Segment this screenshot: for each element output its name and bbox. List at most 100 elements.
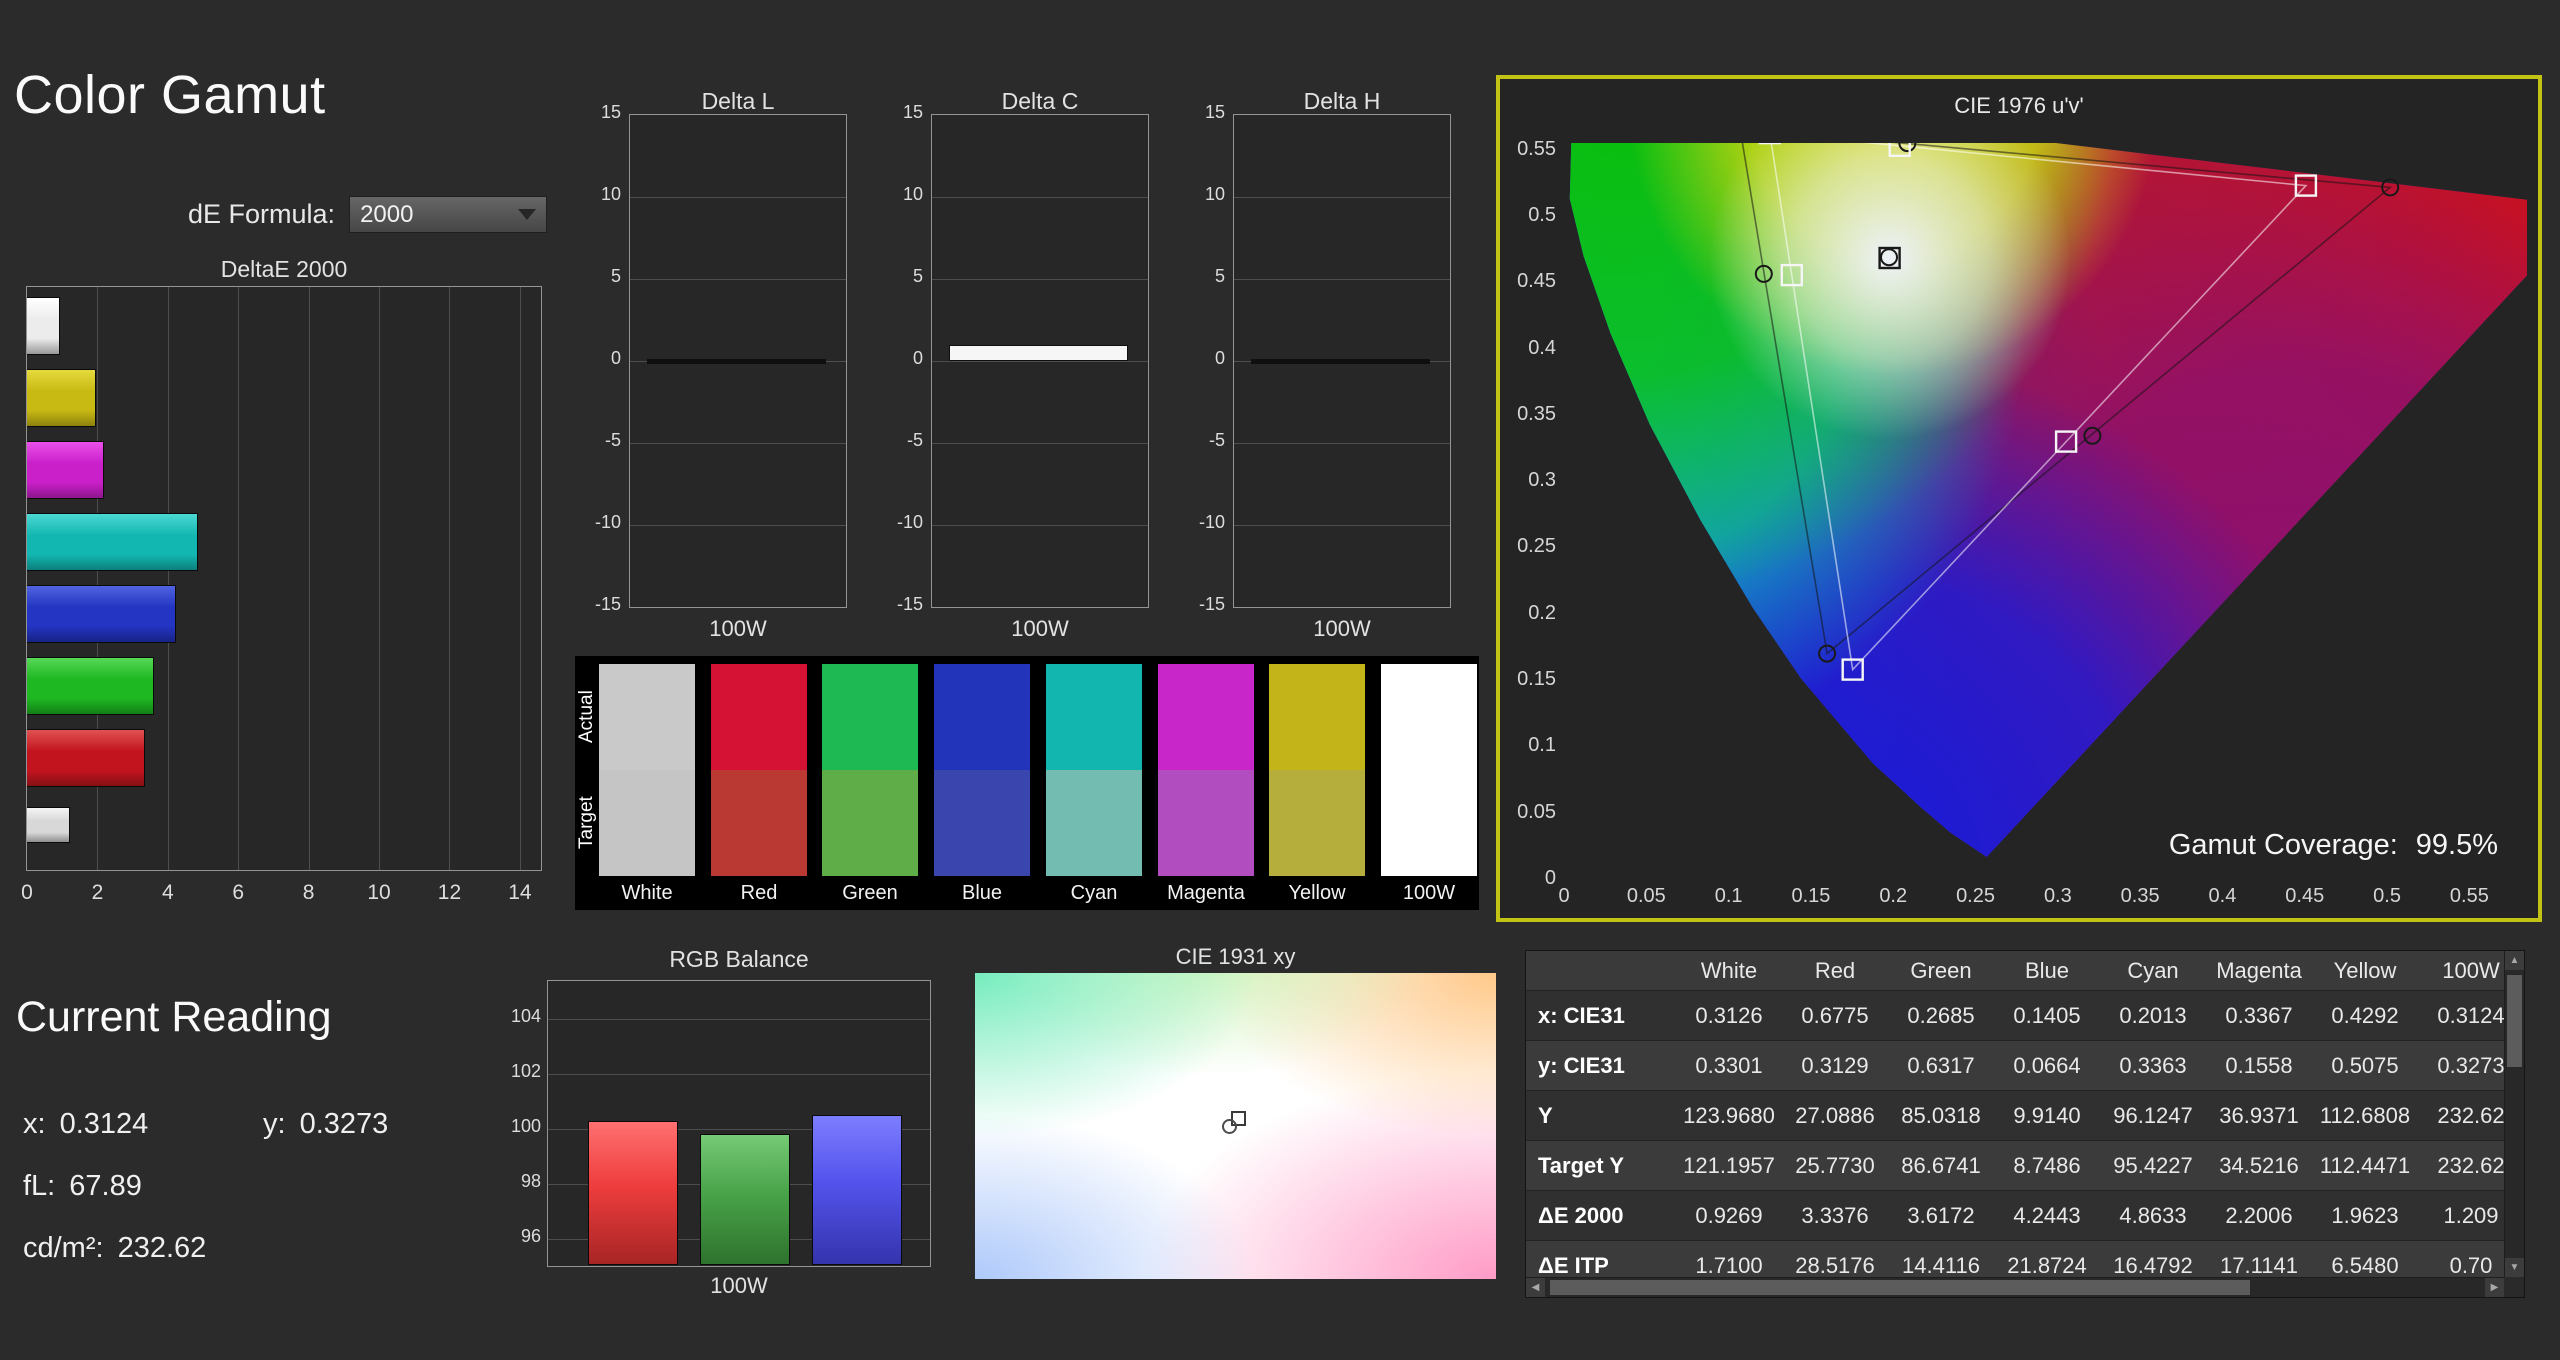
- table-cell: 36.9371: [2206, 1091, 2312, 1140]
- delta-h-title: Delta H: [1233, 88, 1451, 115]
- table-cell: 123.9680: [1676, 1091, 1782, 1140]
- table-row: ΔE 20000.92693.33763.61724.24434.86332.2…: [1526, 1191, 2504, 1241]
- scroll-right-button[interactable]: ▶: [2485, 1278, 2504, 1297]
- x-value: 0.3124: [60, 1108, 149, 1141]
- bar-red: [27, 729, 145, 787]
- table-header-cell: Blue: [1994, 951, 2100, 990]
- delta-h-chart: [1233, 114, 1451, 608]
- gridline: [379, 287, 380, 870]
- x-tick-label: 6: [216, 881, 260, 905]
- table-cell: 121.1957: [1676, 1141, 1782, 1190]
- row-label: Y: [1526, 1091, 1676, 1140]
- y-tick-label: 0: [1173, 348, 1225, 369]
- y-tick-label: 98: [489, 1171, 541, 1192]
- y-tick-label: 0.1: [1506, 734, 1556, 757]
- table-cell: 4.2443: [1994, 1191, 2100, 1240]
- y-tick-label: -10: [871, 512, 923, 533]
- de-formula-dropdown[interactable]: 2000: [349, 196, 547, 233]
- horizontal-scroll-thumb[interactable]: [1550, 1280, 2250, 1295]
- bar-magenta: [27, 441, 104, 499]
- gridline: [449, 287, 450, 870]
- cie-1976-panel: CIE 1976 u'v' Gamut Coverage: 99.5% 0.55…: [1496, 75, 2542, 922]
- table-cell: 95.4227: [2100, 1141, 2206, 1190]
- delta-l-x-label: 100W: [629, 616, 847, 642]
- vertical-scrollbar[interactable]: ▲ ▼: [2504, 951, 2524, 1277]
- cd-label: cd/m²:: [23, 1232, 104, 1265]
- y-tick-label: -5: [1173, 430, 1225, 451]
- white-point-measured-marker: [1222, 1119, 1237, 1134]
- gridline: [630, 443, 846, 444]
- table-cell: 3.3376: [1782, 1191, 1888, 1240]
- swatch-label: White: [599, 882, 695, 905]
- swatch-target: [1269, 770, 1365, 876]
- cie-1931-title: CIE 1931 xy: [975, 944, 1496, 970]
- y-tick-label: 15: [1173, 102, 1225, 123]
- table-cell: 0.6775: [1782, 991, 1888, 1040]
- table-row: Y123.968027.088685.03189.914096.124736.9…: [1526, 1091, 2504, 1141]
- y-tick-label: 104: [489, 1006, 541, 1027]
- swatch-target: [1046, 770, 1142, 876]
- swatch-actual: [822, 664, 918, 770]
- table-cell: 2.2006: [2206, 1191, 2312, 1240]
- table-header-cell: Red: [1782, 951, 1888, 990]
- fl-value: 67.89: [69, 1170, 142, 1203]
- swatch-green: [822, 664, 918, 876]
- table-header-cell: [1526, 951, 1676, 990]
- page-title: Color Gamut: [14, 64, 326, 126]
- gridline: [1234, 525, 1450, 526]
- y-tick-label: 0.05: [1506, 801, 1556, 824]
- swatch-yellow: [1269, 664, 1365, 876]
- swatch-label: Magenta: [1158, 882, 1254, 905]
- table-row: x: CIE310.31260.67750.26850.14050.20130.…: [1526, 991, 2504, 1041]
- delta-l-title: Delta L: [629, 88, 847, 115]
- gridline: [932, 279, 1148, 280]
- table-cell: 0.0664: [1994, 1041, 2100, 1090]
- row-label: x: CIE31: [1526, 991, 1676, 1040]
- table-cell: 0.2013: [2100, 991, 2206, 1040]
- x-tick-label: 0.25: [1950, 885, 2002, 908]
- delta-c-title: Delta C: [931, 88, 1149, 115]
- table-scroll-area: WhiteRedGreenBlueCyanMagentaYellow100Wx:…: [1526, 951, 2504, 1277]
- de-formula-value: 2000: [360, 201, 413, 229]
- swatch-label: Cyan: [1046, 882, 1142, 905]
- swatch-label: Red: [711, 882, 807, 905]
- rgb-balance-x-label: 100W: [547, 1273, 931, 1299]
- gamut-coverage-label: Gamut Coverage:: [2169, 829, 2398, 862]
- horizontal-scrollbar[interactable]: ◀ ▶: [1526, 1277, 2504, 1297]
- actual-row-label: Actual: [575, 664, 599, 770]
- vertical-scroll-thumb[interactable]: [2507, 975, 2522, 1067]
- gridline: [630, 525, 846, 526]
- y-tick-label: 5: [569, 266, 621, 287]
- table-cell: 0.3367: [2206, 991, 2312, 1040]
- swatch-actual: [599, 664, 695, 770]
- scroll-up-button[interactable]: ▲: [2505, 951, 2524, 970]
- bar-green: [27, 657, 154, 715]
- x-tick-label: 8: [287, 881, 331, 905]
- y-tick-label: -15: [1173, 594, 1225, 615]
- deltae-x-axis: 02468101214: [26, 881, 542, 909]
- table-cell: 8.7486: [1994, 1141, 2100, 1190]
- table-cell: 0.3124: [2418, 991, 2504, 1040]
- x-tick-label: 0.4: [2196, 885, 2248, 908]
- x-tick-label: 10: [357, 881, 401, 905]
- scroll-down-button[interactable]: ▼: [2505, 1258, 2524, 1277]
- scroll-left-button[interactable]: ◀: [1526, 1278, 1545, 1297]
- de-formula-label: dE Formula:: [188, 199, 335, 230]
- gridline: [309, 287, 310, 870]
- x-tick-label: 14: [498, 881, 542, 905]
- y-tick-label: 0.15: [1506, 668, 1556, 691]
- delta-bar: [647, 359, 826, 364]
- swatch-red: [711, 664, 807, 876]
- table-row: Target Y121.195725.773086.67418.748695.4…: [1526, 1141, 2504, 1191]
- y-tick-label: -5: [871, 430, 923, 451]
- y-tick-label: 0.45: [1506, 270, 1556, 293]
- y-tick-label: 0.5: [1506, 204, 1556, 227]
- gridline: [238, 287, 239, 870]
- rgb-balance-chart: [547, 980, 931, 1267]
- swatch-target: [934, 770, 1030, 876]
- app-root: Color Gamut dE Formula: 2000 DeltaE 2000…: [0, 0, 2560, 1360]
- bar-blue: [812, 1115, 902, 1265]
- gridline: [630, 279, 846, 280]
- x-tick-label: 2: [75, 881, 119, 905]
- row-label: ΔE ITP: [1526, 1241, 1676, 1277]
